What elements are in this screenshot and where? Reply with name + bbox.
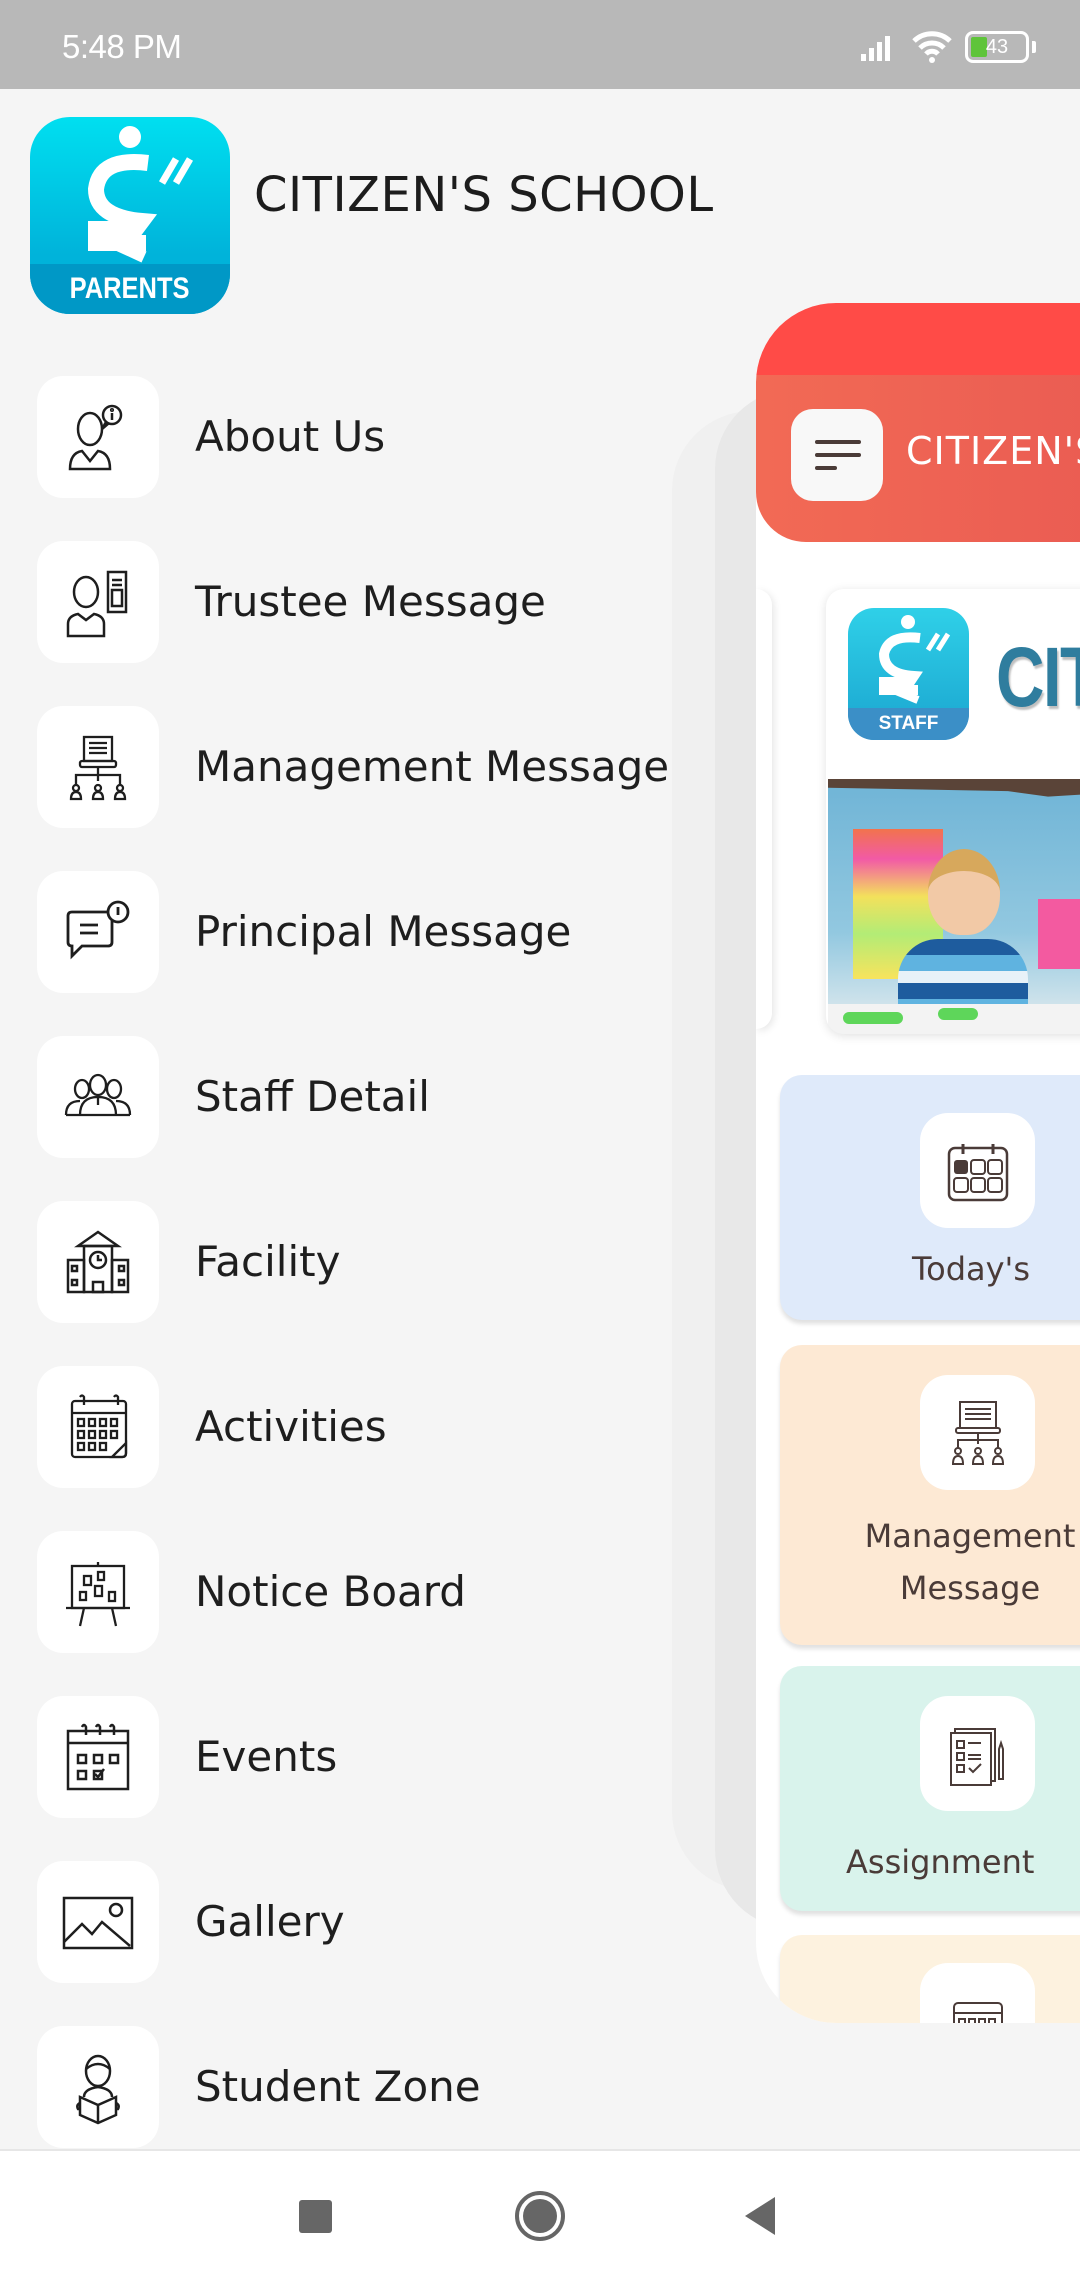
banner-previous-slide[interactable] (756, 589, 772, 1029)
notice-board-easel-icon (37, 1530, 159, 1653)
battery-icon: 43 (965, 31, 1029, 63)
about-person-info-icon (37, 375, 159, 498)
menu-item-trustee-message[interactable]: Trustee Message (0, 519, 700, 684)
navigation-drawer: CITIZEN'S SCHOOL STAFF CIT (0, 89, 1080, 2149)
calendar-icon (920, 1963, 1035, 2023)
menu-item-notice-board[interactable]: Notice Board (0, 1509, 700, 1674)
menu-item-label: Staff Detail (195, 1072, 430, 1121)
tile-label: Assignment (846, 1843, 1035, 1881)
system-navigation-bar (0, 2149, 1080, 2280)
back-triangle-icon (745, 2197, 775, 2235)
menu-item-label: Gallery (195, 1897, 345, 1946)
school-name: CITIZEN'S SCHOOL (254, 167, 714, 223)
menu-item-label: Activities (195, 1402, 387, 1451)
trustee-message-icon (37, 540, 159, 663)
main-page-preview[interactable]: CITIZEN'S SCHOOL STAFF CIT (756, 303, 1080, 2023)
school-building-icon (37, 1200, 159, 1323)
menu-item-facility[interactable]: Facility (0, 1179, 700, 1344)
menu-item-label: Facility (195, 1237, 341, 1286)
recents-square-icon (298, 2199, 332, 2233)
student-reading-icon (37, 2025, 159, 2148)
calendar-today-icon (920, 1113, 1035, 1228)
school-logo-icon (87, 126, 194, 263)
tile-calendar[interactable] (780, 1935, 1080, 2023)
tile-assignment[interactable]: Assignment (780, 1666, 1080, 1911)
main-header-title: CITIZEN'S SCHOOL (906, 429, 1080, 473)
calendar-grid-icon (37, 1365, 159, 1488)
menu-item-events[interactable]: Events (0, 1674, 700, 1839)
menu-item-activities[interactable]: Activities (0, 1344, 700, 1509)
menu-item-staff-detail[interactable]: Staff Detail (0, 1014, 700, 1179)
home-circle-icon (515, 2191, 565, 2241)
menu-item-principal-message[interactable]: Principal Message (0, 849, 700, 1014)
parents-badge: PARENTS (70, 272, 190, 305)
menu-item-label: Management Message (195, 742, 670, 791)
calendar-check-icon (37, 1695, 159, 1818)
menu-item-student-zone[interactable]: Student Zone (0, 2004, 700, 2169)
signal-icon (861, 36, 890, 61)
menu-line (815, 453, 861, 457)
back-button[interactable] (725, 2181, 795, 2251)
menu-item-label: Principal Message (195, 907, 572, 956)
status-bar: 5:48 PM 43 (0, 0, 1080, 89)
menu-item-label: About Us (195, 412, 386, 461)
battery-level: 43 (985, 35, 1009, 58)
drawer-menu: About Us Trustee Message Management Mess… (0, 354, 700, 2169)
image-picture-icon (37, 1860, 159, 1983)
management-hierarchy-icon (37, 705, 159, 828)
banner-title: CIT (996, 630, 1080, 724)
menu-item-label: Student Zone (195, 2062, 481, 2111)
tile-label: Management Message (860, 1510, 1080, 1614)
menu-line (815, 440, 861, 444)
menu-item-label: Trustee Message (195, 577, 546, 626)
tile-management-message[interactable]: Management Message (780, 1345, 1080, 1645)
tile-label: Today's (912, 1250, 1031, 1288)
header-top-band (756, 303, 1080, 375)
main-header: CITIZEN'S SCHOOL (756, 375, 1080, 542)
tile-todays[interactable]: Today's (780, 1075, 1080, 1320)
management-hierarchy-icon (920, 1375, 1035, 1490)
parents-app-logo: PARENTS (30, 117, 230, 314)
banner-slide[interactable]: STAFF CIT (826, 589, 1080, 1034)
banner-photo (828, 779, 1080, 1034)
menu-line (815, 466, 837, 470)
status-time: 5:48 PM (62, 28, 182, 65)
menu-item-gallery[interactable]: Gallery (0, 1839, 700, 2004)
home-button[interactable] (505, 2181, 575, 2251)
menu-item-label: Events (195, 1732, 338, 1781)
recents-button[interactable] (280, 2181, 350, 2251)
tile-label-text: Management Message (864, 1517, 1076, 1607)
assignment-checklist-icon (920, 1696, 1035, 1811)
menu-item-management-message[interactable]: Management Message (0, 684, 700, 849)
people-group-icon (37, 1035, 159, 1158)
chat-bubble-alert-icon (37, 870, 159, 993)
school-logo-icon (878, 615, 951, 704)
staff-logo: STAFF (848, 608, 969, 740)
menu-item-about-us[interactable]: About Us (0, 354, 700, 519)
staff-badge: STAFF (878, 713, 939, 734)
menu-item-label: Notice Board (195, 1567, 466, 1616)
wifi-icon (912, 31, 952, 63)
hamburger-menu-button[interactable] (791, 409, 883, 501)
status-icons: 43 (859, 30, 1036, 64)
